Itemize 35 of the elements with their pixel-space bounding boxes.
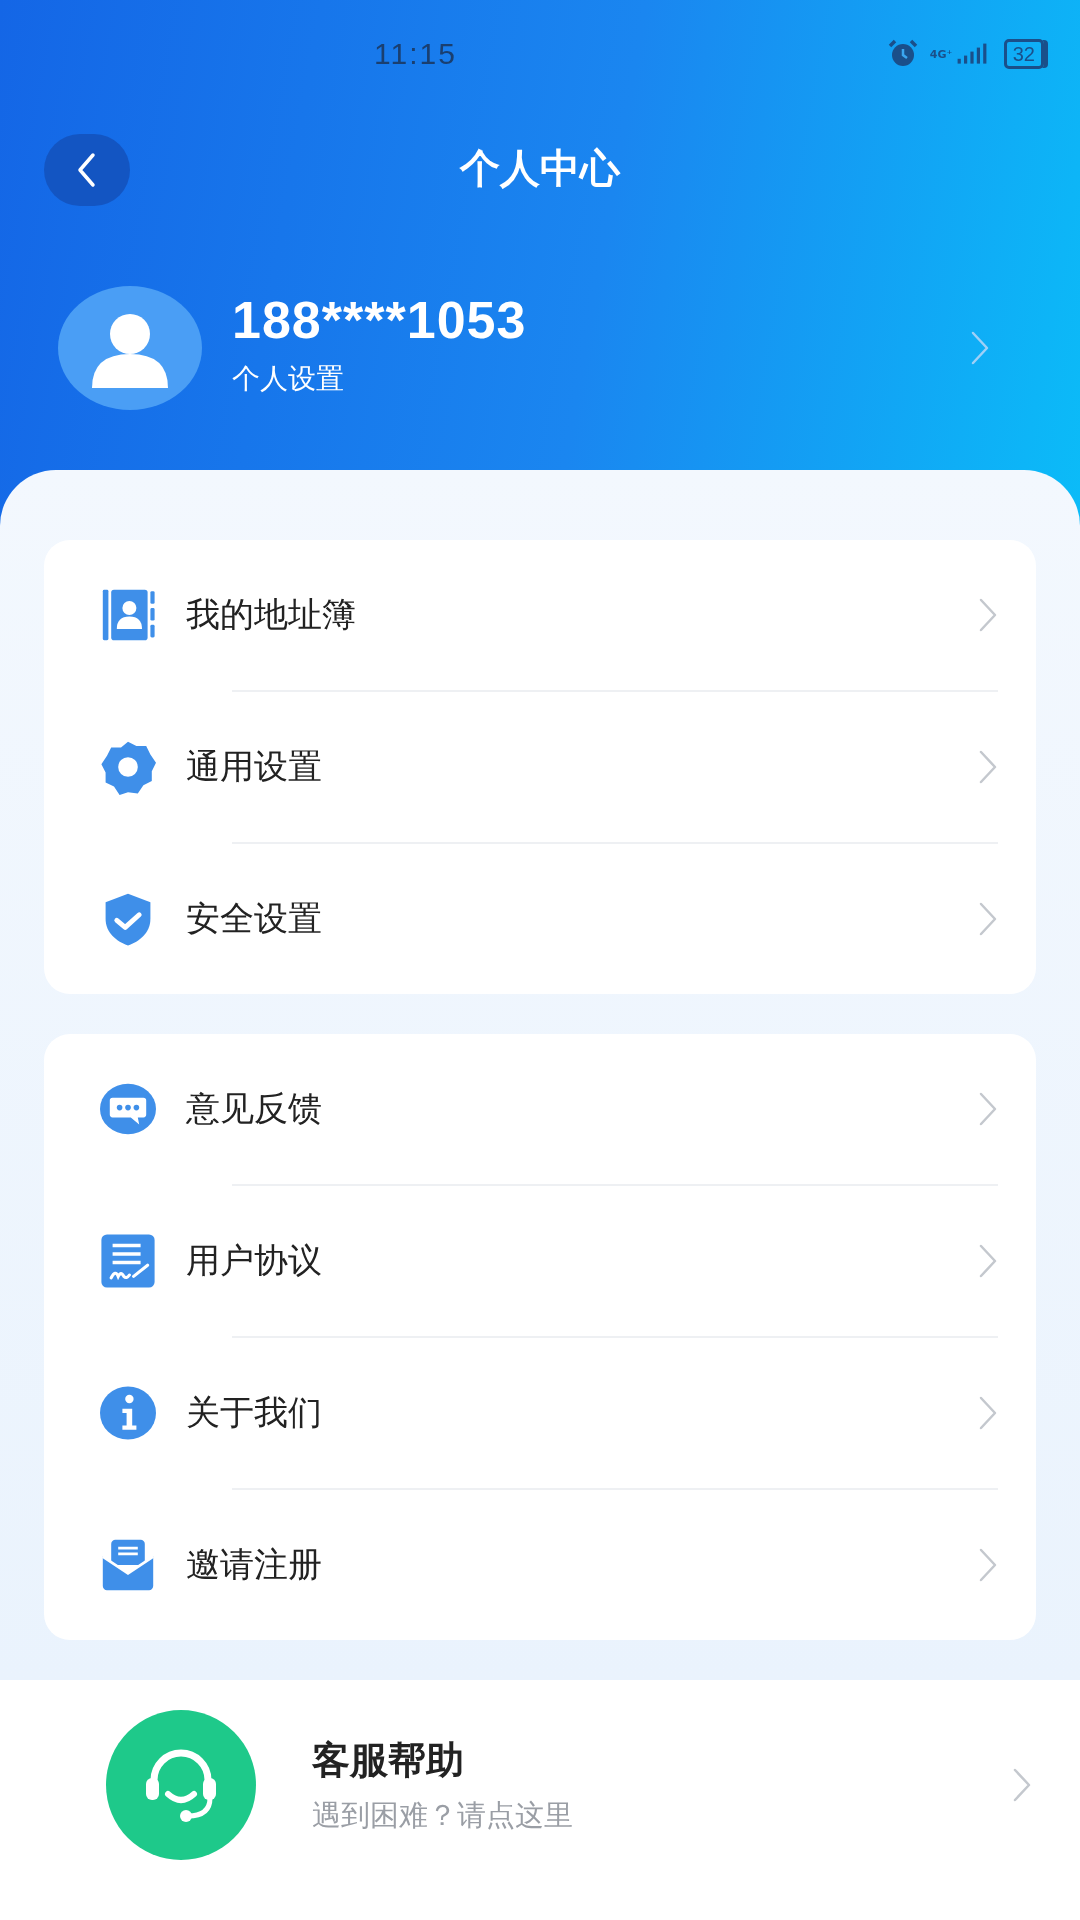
- status-time: 11:15: [374, 37, 457, 71]
- chevron-right-icon: [978, 749, 998, 785]
- support-panel[interactable]: 客服帮助 遇到困难？请点这里: [0, 1680, 1080, 1920]
- chevron-right-icon: [978, 901, 998, 937]
- avatar-icon: [58, 286, 202, 410]
- chat-bubble-icon: [100, 1081, 156, 1137]
- menu-item[interactable]: 邀请注册: [100, 1490, 998, 1640]
- menu-item[interactable]: 用户协议: [100, 1186, 998, 1336]
- menu-item[interactable]: 我的地址簿: [100, 540, 998, 690]
- settings-icon: [100, 739, 156, 795]
- menu-item[interactable]: 通用设置: [100, 692, 998, 842]
- support-subtitle: 遇到困难？请点这里: [312, 1796, 574, 1834]
- support-title: 客服帮助: [312, 1736, 465, 1784]
- chevron-right-icon: [1012, 1767, 1032, 1803]
- signed-document-icon: [100, 1233, 156, 1289]
- chevron-right-icon: [970, 330, 990, 366]
- profile-row[interactable]: 188****1053 个人设置: [0, 228, 1080, 410]
- info-icon: [100, 1385, 156, 1441]
- chevron-right-icon: [978, 1547, 998, 1583]
- phone-number: 188****1053: [232, 290, 528, 350]
- chevron-right-icon: [978, 1091, 998, 1127]
- profile-settings-label: 个人设置: [232, 361, 345, 397]
- headset-icon: [106, 1710, 256, 1860]
- chevron-right-icon: [978, 1395, 998, 1431]
- chevron-right-icon: [978, 1243, 998, 1279]
- menu-item[interactable]: 关于我们: [100, 1338, 998, 1488]
- menu-item[interactable]: 安全设置: [100, 844, 998, 994]
- menu-item[interactable]: 意见反馈: [100, 1034, 998, 1184]
- envelope-icon: [100, 1537, 156, 1593]
- network-label: 4G⁺: [929, 48, 950, 60]
- chevron-right-icon: [978, 597, 998, 633]
- alarm-clock-icon: [887, 39, 918, 69]
- page-title: 个人中心: [460, 143, 620, 193]
- contacts-book-icon: [100, 587, 156, 643]
- signal-icon: [955, 42, 988, 66]
